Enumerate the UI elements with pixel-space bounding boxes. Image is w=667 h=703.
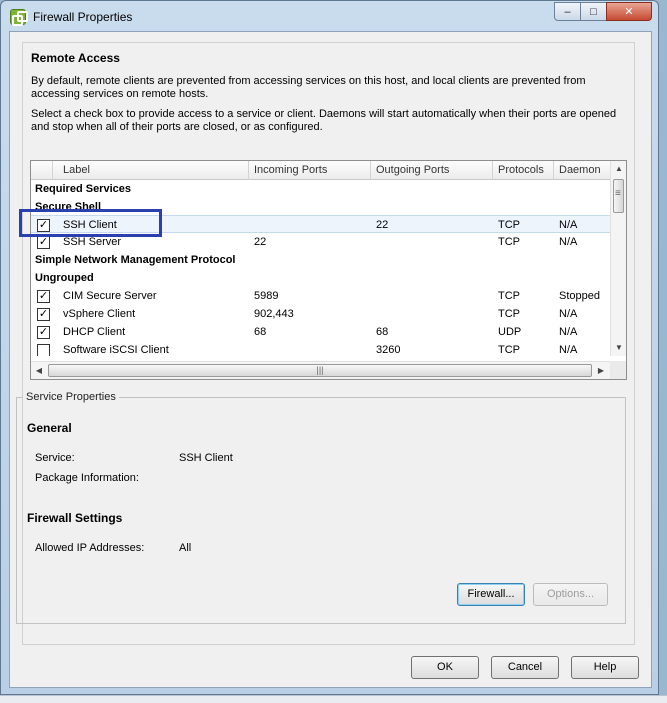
cell-outgoing: 3260	[376, 344, 401, 356]
scrollbar-corner	[610, 361, 626, 379]
cell-daemon: N/A	[559, 236, 578, 248]
column-header-daemon[interactable]: Daemon	[554, 161, 611, 180]
column-header-check[interactable]	[31, 161, 53, 180]
cell-incoming: 902,443	[254, 308, 294, 320]
group-row-required-services: Required Services	[35, 183, 131, 195]
services-table[interactable]: Label Incoming Ports Outgoing Ports Prot…	[30, 160, 627, 380]
column-header-protocols[interactable]: Protocols	[493, 161, 554, 180]
cell-daemon: N/A	[559, 344, 578, 356]
scroll-right-arrow-icon[interactable]: ▶	[593, 362, 609, 379]
column-header-label[interactable]: Label	[53, 161, 249, 180]
window-title: Firewall Properties	[33, 10, 133, 24]
window-controls: – □ ✕	[554, 2, 652, 21]
group-row-snmp: Simple Network Management Protocol	[35, 254, 236, 266]
horizontal-scrollbar[interactable]: ◀ ||| ▶	[31, 361, 611, 379]
table-row-vsphere-client[interactable]: ✓ vSphere Client 902,443 TCP N/A	[31, 305, 611, 323]
cell-outgoing: 22	[376, 219, 389, 231]
cell-label: vSphere Client	[63, 308, 136, 320]
cell-label: SSH Server	[63, 236, 122, 248]
checkbox-vsphere-client[interactable]: ✓	[37, 308, 50, 321]
scroll-up-arrow-icon[interactable]: ▲	[611, 161, 626, 177]
general-heading: General	[27, 421, 72, 435]
remote-access-description: By default, remote clients are prevented…	[31, 75, 586, 100]
service-value: SSH Client	[179, 452, 233, 464]
vertical-scroll-thumb[interactable]	[613, 179, 624, 213]
horizontal-scroll-thumb[interactable]: |||	[48, 364, 592, 377]
column-header-incoming-ports[interactable]: Incoming Ports	[249, 161, 371, 180]
column-header-outgoing-ports[interactable]: Outgoing Ports	[371, 161, 493, 180]
cell-daemon: N/A	[559, 219, 578, 231]
cell-daemon: Stopped	[559, 290, 600, 302]
vertical-scrollbar[interactable]: ▲ ▼	[610, 161, 626, 356]
help-button[interactable]: Help	[571, 656, 639, 679]
checkbox-ssh-client[interactable]: ✓	[37, 219, 50, 232]
scroll-down-arrow-icon[interactable]: ▼	[611, 340, 626, 356]
scroll-left-arrow-icon[interactable]: ◀	[31, 362, 47, 379]
minimize-button[interactable]: –	[554, 2, 581, 21]
vsphere-app-icon	[10, 9, 28, 26]
cell-label: CIM Secure Server	[63, 290, 157, 302]
table-row-cim-secure-server[interactable]: ✓ CIM Secure Server 5989 TCP Stopped	[31, 287, 611, 305]
checkbox-dhcp-client[interactable]: ✓	[37, 326, 50, 339]
remote-access-heading: Remote Access	[31, 51, 120, 65]
table-row-ssh-client[interactable]: ✓ SSH Client 22 TCP N/A	[31, 215, 611, 233]
checkbox-cim-secure-server[interactable]: ✓	[37, 290, 50, 303]
cancel-button[interactable]: Cancel	[491, 656, 559, 679]
cell-label: Software iSCSI Client	[63, 344, 169, 356]
remote-access-instructions: Select a check box to provide access to …	[31, 108, 617, 133]
checkbox-ssh-server[interactable]: ✓	[37, 236, 50, 249]
table-body: Required Services Secure Shell ✓ SSH Cli…	[31, 180, 611, 356]
cell-protocol: UDP	[498, 326, 522, 338]
cell-incoming: 22	[254, 236, 267, 248]
cell-protocol: TCP	[498, 219, 520, 231]
table-row-dhcp-client[interactable]: ✓ DHCP Client 68 68 UDP N/A	[31, 323, 611, 341]
cell-daemon: N/A	[559, 308, 578, 320]
group-row-ungrouped: Ungrouped	[35, 272, 94, 284]
group-row-secure-shell: Secure Shell	[35, 201, 102, 213]
cell-protocol: TCP	[498, 290, 520, 302]
cell-label: DHCP Client	[63, 326, 126, 338]
cell-protocol: TCP	[498, 344, 520, 356]
allowed-ip-addresses-value: All	[179, 542, 192, 554]
options-button[interactable]: Options...	[533, 583, 608, 606]
ok-button[interactable]: OK	[411, 656, 479, 679]
service-label: Service:	[35, 452, 75, 464]
table-row-ssh-server[interactable]: ✓ SSH Server 22 TCP N/A	[31, 233, 611, 251]
table-row-software-iscsi-client[interactable]: Software iSCSI Client 3260 TCP N/A	[31, 341, 611, 356]
cell-incoming: 5989	[254, 290, 279, 302]
service-properties-legend: Service Properties	[23, 391, 119, 403]
firewall-button[interactable]: Firewall...	[457, 583, 525, 606]
checkbox-software-iscsi-client[interactable]	[37, 344, 50, 356]
firewall-properties-window: Firewall Properties – □ ✕ Remote Access …	[0, 0, 659, 695]
cell-label: SSH Client	[63, 219, 117, 231]
maximize-button[interactable]: □	[580, 2, 607, 21]
cell-outgoing: 68	[376, 326, 389, 338]
package-information-label: Package Information:	[35, 472, 139, 484]
service-properties-group: Service Properties General Service: SSH …	[16, 391, 626, 624]
firewall-settings-heading: Firewall Settings	[27, 511, 123, 525]
title-bar[interactable]: Firewall Properties – □ ✕	[1, 1, 658, 31]
allowed-ip-addresses-label: Allowed IP Addresses:	[35, 542, 145, 554]
table-header: Label Incoming Ports Outgoing Ports Prot…	[31, 161, 611, 180]
background-window-strip	[0, 695, 667, 703]
cell-incoming: 68	[254, 326, 267, 338]
cell-daemon: N/A	[559, 326, 578, 338]
cell-protocol: TCP	[498, 308, 520, 320]
close-button[interactable]: ✕	[606, 2, 652, 21]
cell-protocol: TCP	[498, 236, 520, 248]
